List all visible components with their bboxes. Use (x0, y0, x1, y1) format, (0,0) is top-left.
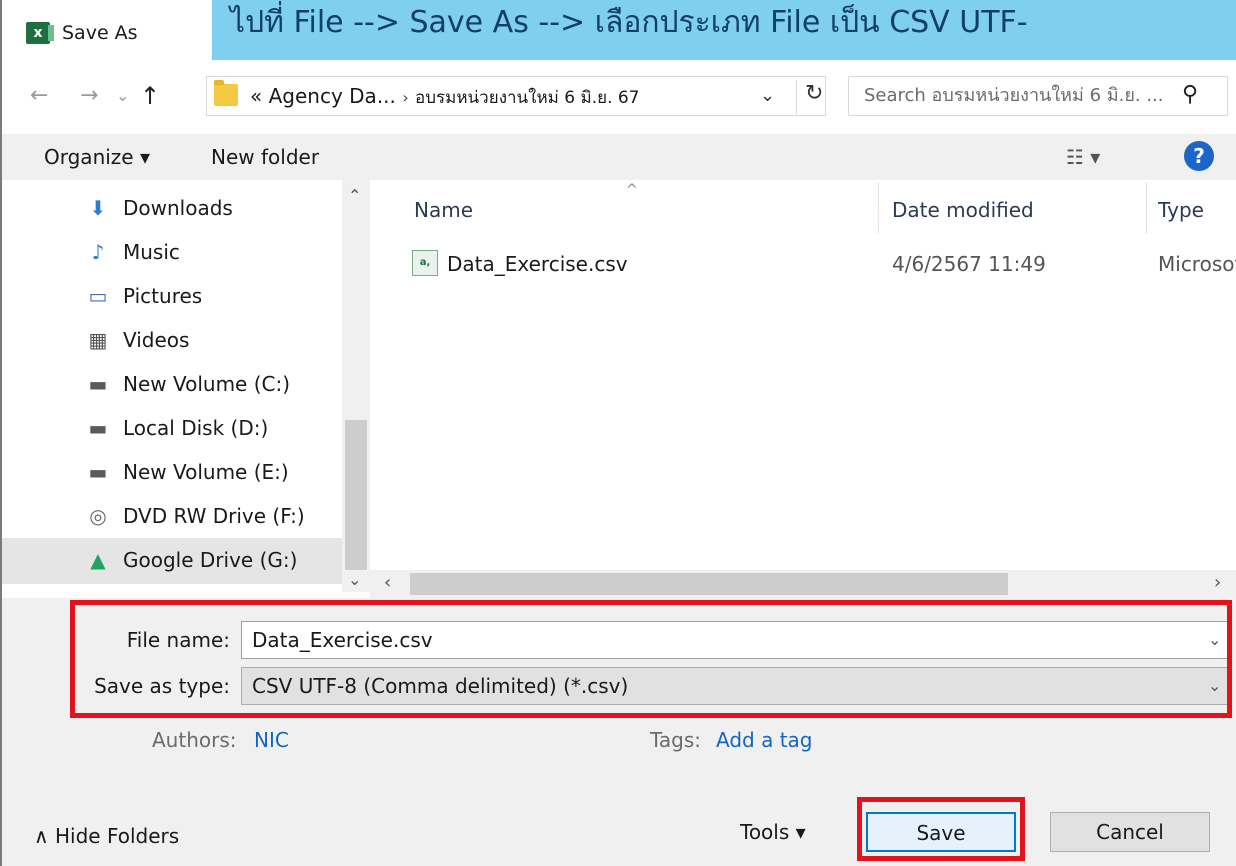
column-header-date-modified[interactable]: Date modified (892, 196, 1034, 224)
sidebar-item-label: Music (123, 240, 180, 264)
nav-scrollbar-thumb[interactable] (345, 420, 367, 570)
sidebar-item-new-volume-c[interactable]: ▬ New Volume (C:) (80, 362, 342, 406)
command-bar (2, 134, 1236, 180)
sidebar-item-local-disk-d[interactable]: ▬ Local Disk (D:) (80, 406, 342, 450)
recent-locations-icon[interactable]: ⌄ (116, 82, 129, 110)
sidebar-item-label: Videos (123, 328, 190, 352)
sidebar-item-label: New Volume (E:) (123, 460, 289, 484)
change-view-icon[interactable]: ☷ ▾ (1066, 145, 1100, 169)
scroll-up-icon[interactable]: ⌃ (348, 188, 361, 204)
sidebar-item-downloads[interactable]: ⬇ Downloads (80, 186, 342, 230)
authors-label: Authors: (152, 728, 237, 752)
cancel-button[interactable]: Cancel (1050, 812, 1210, 852)
scroll-down-icon[interactable]: ⌄ (348, 572, 361, 588)
organize-menu[interactable]: Organize ▾ (44, 143, 150, 171)
breadcrumb[interactable]: « Agency Da... › อบรมหน่วยงานใหม่ 6 มิ.ย… (250, 82, 640, 112)
sidebar-item-dvd-rw-drive-f[interactable]: ◎ DVD RW Drive (F:) (80, 494, 342, 538)
sidebar-item-label: DVD RW Drive (F:) (123, 504, 305, 528)
sidebar-item-videos[interactable]: ▦ Videos (80, 318, 342, 362)
column-divider[interactable] (878, 182, 879, 234)
sidebar-item-label: Downloads (123, 196, 233, 220)
window-title: Save As (62, 22, 138, 44)
sidebar-item-pictures[interactable]: ▭ Pictures (80, 274, 342, 318)
file-row-date[interactable]: 4/6/2567 11:49 (892, 250, 1046, 278)
sidebar-item-label: New Volume (C:) (123, 372, 291, 396)
forward-arrow-icon[interactable]: → (80, 82, 98, 110)
disk-drive-icon: ▬ (88, 416, 108, 440)
breadcrumb-separator[interactable]: › (402, 88, 408, 107)
disk-drive-icon: ▬ (88, 460, 108, 484)
tags-label: Tags: (650, 728, 702, 752)
column-header-type[interactable]: Type (1158, 196, 1204, 224)
up-arrow-icon[interactable]: ↑ (140, 82, 160, 110)
breadcrumb-overflow[interactable]: « (250, 84, 262, 108)
windows-drive-icon: ▬ (88, 372, 108, 396)
google-drive-icon: ▲ (90, 548, 106, 572)
music-note-icon: ♪ (91, 240, 105, 264)
breadcrumb-current[interactable]: อบรมหน่วยงานใหม่ 6 มิ.ย. 67 (415, 88, 640, 108)
back-arrow-icon[interactable]: ← (30, 82, 48, 110)
tags-value[interactable]: Add a tag (716, 726, 812, 754)
download-arrow-icon: ⬇ (89, 196, 107, 220)
column-header-name[interactable]: Name (414, 196, 473, 224)
refresh-icon[interactable]: ↻ (796, 80, 823, 114)
breadcrumb-parent[interactable]: Agency Da... (269, 84, 396, 108)
dvd-drive-icon: ◎ (89, 504, 107, 528)
sidebar-item-label: Google Drive (G:) (123, 548, 298, 572)
hide-folders-button[interactable]: ∧ Hide Folders (34, 822, 179, 850)
help-icon[interactable]: ? (1184, 141, 1214, 171)
address-dropdown-icon[interactable]: ⌄ (760, 84, 775, 108)
film-icon: ▦ (88, 328, 108, 352)
file-row-name[interactable]: Data_Exercise.csv (447, 250, 628, 278)
column-divider[interactable] (1146, 182, 1147, 234)
sidebar-item-new-volume-e[interactable]: ▬ New Volume (E:) (80, 450, 342, 494)
sidebar-item-music[interactable]: ♪ Music (80, 230, 342, 274)
excel-icon: x (26, 22, 54, 44)
highlight-box-save (857, 797, 1025, 861)
folder-icon (214, 80, 238, 106)
csv-file-icon: a, (412, 250, 438, 276)
file-list-scrollbar-thumb[interactable] (410, 573, 1008, 595)
scroll-left-icon[interactable]: ‹ (384, 572, 391, 594)
instruction-banner: ไปที่ File --> Save As --> เลือกประเภท F… (212, 0, 1236, 60)
search-icon[interactable]: ⚲ (1182, 80, 1198, 110)
sidebar-item-google-drive-g[interactable]: ▲ Google Drive (G:) (80, 538, 342, 582)
tools-menu[interactable]: Tools ▾ (740, 818, 806, 846)
highlight-box-fields (70, 600, 1232, 718)
file-row-type[interactable]: Microsoft Excel Comma Separated Values F… (1158, 250, 1236, 278)
sidebar-item-label: Local Disk (D:) (123, 416, 269, 440)
search-placeholder: Search อบรมหน่วยงานใหม่ 6 มิ.ย. ... (864, 85, 1164, 106)
sort-ascending-icon: ^ (626, 182, 638, 198)
pictures-icon: ▭ (88, 284, 108, 308)
scroll-right-icon[interactable]: › (1214, 572, 1221, 594)
sidebar-item-label: Pictures (123, 284, 203, 308)
new-folder-button[interactable]: New folder (211, 143, 319, 171)
authors-value[interactable]: NIC (254, 726, 289, 754)
